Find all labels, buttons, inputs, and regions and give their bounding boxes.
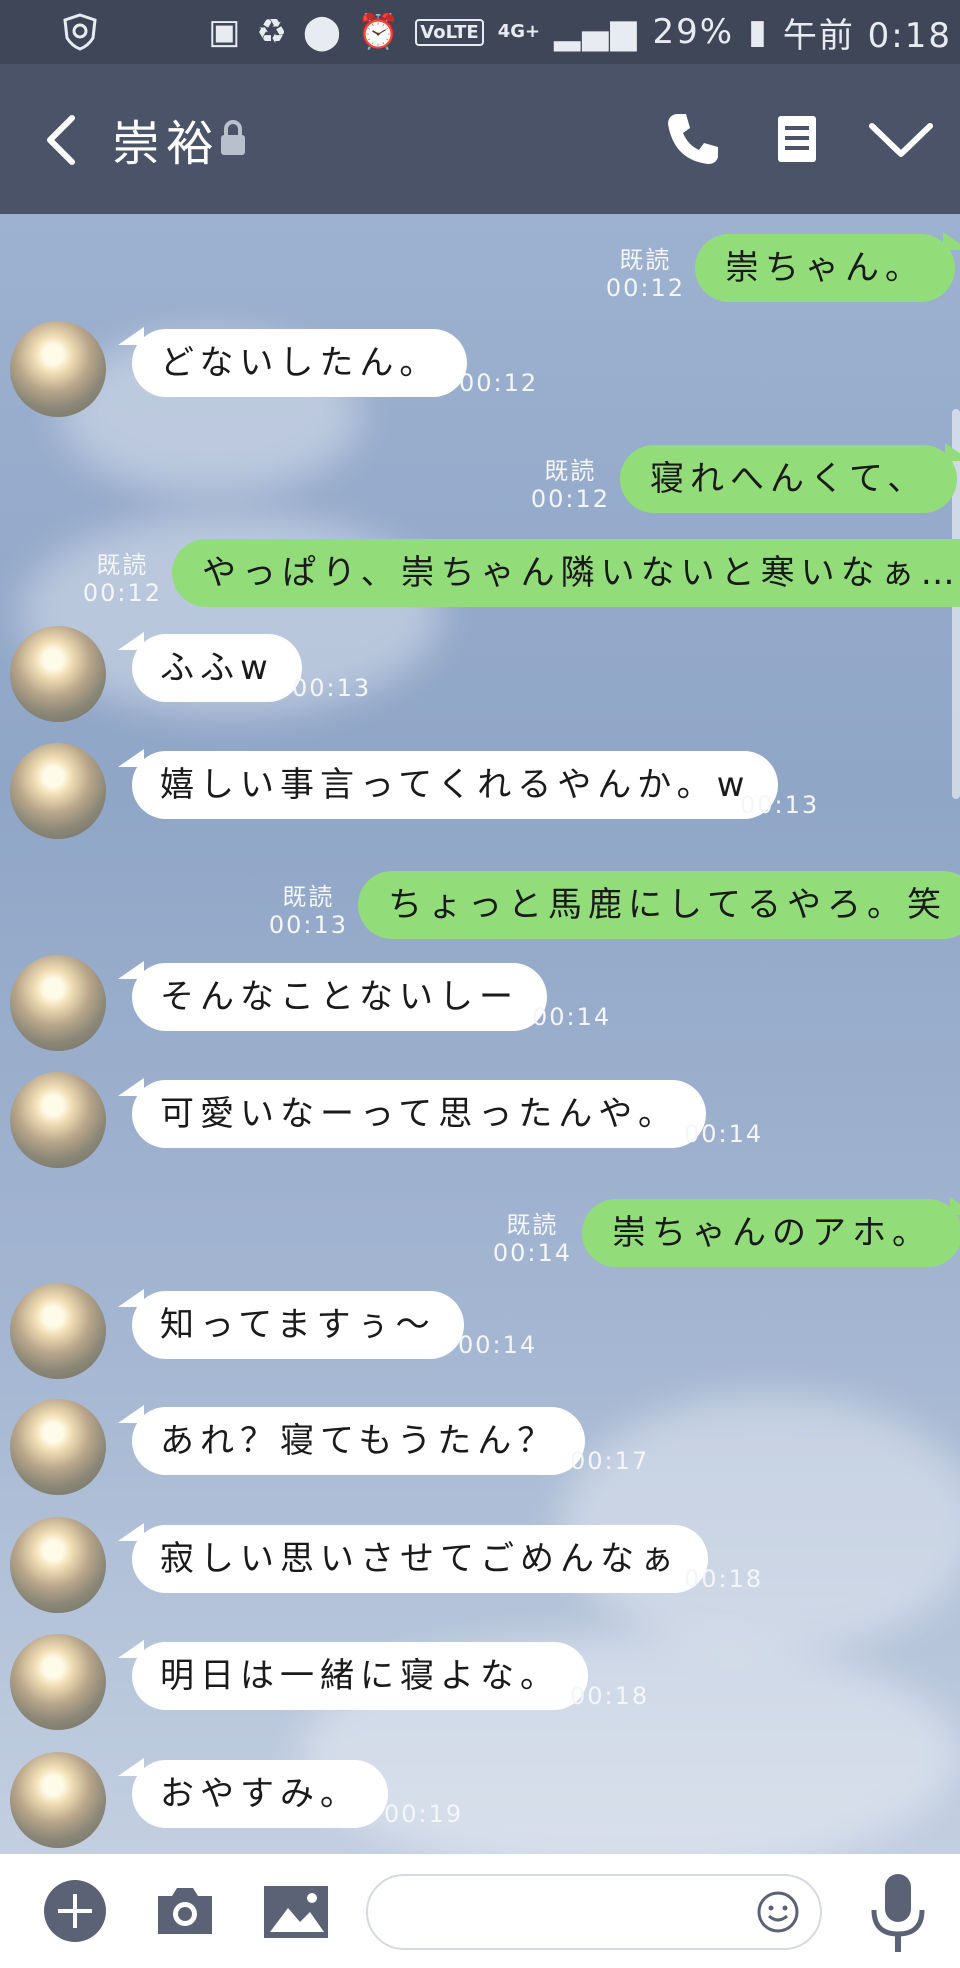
- incoming-message: 知ってますぅ～ 00:14: [0, 1283, 960, 1401]
- incoming-message: どないしたん。 00:12: [0, 321, 960, 439]
- message-bubble[interactable]: 可愛いなーって思ったんや。: [118, 1078, 706, 1148]
- avatar[interactable]: [10, 1072, 106, 1168]
- notes-button[interactable]: [762, 104, 832, 174]
- message-meta: 既読 00:14: [493, 1211, 572, 1267]
- microphone-icon[interactable]: [858, 1868, 938, 1958]
- incoming-message: あれ？寝てもうたん？ 00:17: [0, 1399, 960, 1517]
- input-bar: [0, 1854, 960, 1968]
- message-time: 00:12: [530, 485, 610, 513]
- message-bubble[interactable]: おやすみ。: [118, 1758, 388, 1828]
- message-bubble[interactable]: ちょっと馬鹿にしてるやろ。笑: [358, 871, 960, 939]
- message-input[interactable]: [366, 1874, 822, 1950]
- clock: 午前 0:18: [782, 15, 952, 56]
- avatar[interactable]: [10, 1399, 106, 1495]
- message-meta: 既読 00:12: [606, 246, 685, 302]
- incoming-message: 寂しい思いさせてごめんなぁ 00:18: [0, 1517, 960, 1635]
- read-receipt: 既読: [506, 1211, 559, 1239]
- volte-badge: VoLTE: [415, 18, 484, 46]
- message-bubble[interactable]: 崇ちゃん。: [695, 232, 960, 302]
- status-bar: ▣ ♻ ⬤ ⏰ VoLTE 4G+ ▂▄▆ 29% ▮ 午前 0:18: [0, 0, 960, 64]
- incoming-message: ふふw 00:13: [0, 626, 960, 744]
- message-time: 00:12: [605, 274, 685, 302]
- read-receipt: 既読: [282, 883, 335, 911]
- message-meta: 既読 00:12: [83, 551, 162, 607]
- location-icon: ⬤: [302, 12, 343, 52]
- message-bubble[interactable]: どないしたん。: [117, 327, 468, 397]
- avatar[interactable]: [10, 1283, 106, 1379]
- message-time: 00:14: [492, 1239, 572, 1267]
- note-icon: [778, 116, 816, 162]
- message-bubble[interactable]: 知ってますぅ～: [118, 1289, 464, 1359]
- message-meta: 既読 00:13: [269, 883, 348, 939]
- alarm-icon: ⏰: [356, 12, 402, 52]
- message-time: 00:18: [570, 1682, 650, 1710]
- avatar[interactable]: [10, 1634, 106, 1730]
- outgoing-message: 崇ちゃん。 既読 00:12: [0, 232, 960, 344]
- message-time: 00:12: [459, 369, 539, 397]
- message-bubble[interactable]: そんなことないしー: [118, 961, 547, 1031]
- recycle-icon: ♻: [256, 12, 289, 52]
- shield-icon: [63, 13, 97, 51]
- chat-area[interactable]: 崇ちゃん。 既読 00:12 どないしたん。 00:12 寝れへんくて、 既読 00:12 やっ…: [0, 214, 960, 1854]
- message-time: 00:14: [458, 1331, 538, 1359]
- camera-icon[interactable]: [150, 1876, 220, 1946]
- message-meta: 既読 00:12: [531, 457, 610, 513]
- message-bubble[interactable]: やっぱり、崇ちゃん隣いないと寒いなぁ…: [172, 539, 960, 607]
- incoming-message: おやすみ。 00:19: [0, 1752, 960, 1854]
- message-bubble[interactable]: 明日は一緒に寝よな。: [118, 1640, 588, 1710]
- avatar[interactable]: [10, 743, 106, 839]
- message-bubble[interactable]: ふふw: [118, 632, 302, 702]
- battery-icon: ▮: [748, 12, 769, 52]
- message-time: 00:13: [740, 791, 820, 819]
- read-receipt: 既読: [619, 246, 672, 274]
- message-time: 00:19: [384, 1800, 464, 1828]
- outgoing-message: やっぱり、崇ちゃん隣いないと寒いなぁ… 既読 00:12: [0, 539, 960, 649]
- menu-dropdown-button[interactable]: [866, 104, 936, 174]
- read-receipt: 既読: [96, 551, 149, 579]
- avatar[interactable]: [10, 1752, 106, 1848]
- call-button[interactable]: [658, 104, 728, 174]
- message-bubble[interactable]: 嬉しい事言ってくれるやんか。w: [117, 749, 779, 819]
- message-time: 00:12: [82, 579, 162, 607]
- image-icon[interactable]: [260, 1876, 332, 1946]
- avatar[interactable]: [10, 955, 106, 1051]
- incoming-message: 嬉しい事言ってくれるやんか。w 00:13: [0, 743, 960, 861]
- read-receipt: 既読: [544, 457, 597, 485]
- message-time: 00:13: [268, 911, 348, 939]
- incoming-message: 可愛いなーって思ったんや。 00:14: [0, 1072, 960, 1190]
- lock-icon: [221, 120, 245, 155]
- message-time: 00:17: [570, 1447, 650, 1475]
- incoming-message: 明日は一緒に寝よな。 00:18: [0, 1634, 960, 1752]
- message-time: 00:14: [532, 1003, 612, 1031]
- chevron-down-icon: [869, 123, 933, 157]
- message-bubble[interactable]: あれ？寝てもうたん？: [117, 1405, 586, 1475]
- chat-header: 崇裕: [0, 64, 960, 214]
- phone-icon: [668, 114, 718, 164]
- incoming-message: そんなことないしー 00:14: [0, 955, 960, 1073]
- storage-icon: ▣: [208, 12, 243, 52]
- message-bubble[interactable]: 寂しい思いさせてごめんなぁ: [118, 1523, 708, 1593]
- message-bubble[interactable]: 寝れへんくて、: [620, 443, 960, 513]
- message-time: 00:13: [292, 674, 372, 702]
- message-time: 00:18: [684, 1565, 764, 1593]
- chat-title: 崇裕: [112, 116, 221, 172]
- plus-icon[interactable]: [40, 1876, 110, 1946]
- back-icon[interactable]: [30, 104, 100, 174]
- signal-icon: ▂▄▆: [554, 12, 639, 52]
- message-bubble[interactable]: 崇ちゃんのアホ。: [582, 1197, 960, 1267]
- avatar[interactable]: [10, 626, 106, 722]
- emoji-icon[interactable]: [756, 1890, 800, 1934]
- avatar[interactable]: [10, 321, 106, 417]
- message-time: 00:14: [684, 1120, 764, 1148]
- battery-percent: 29%: [652, 12, 735, 52]
- avatar[interactable]: [10, 1517, 106, 1613]
- network-type: 4G+: [497, 21, 541, 42]
